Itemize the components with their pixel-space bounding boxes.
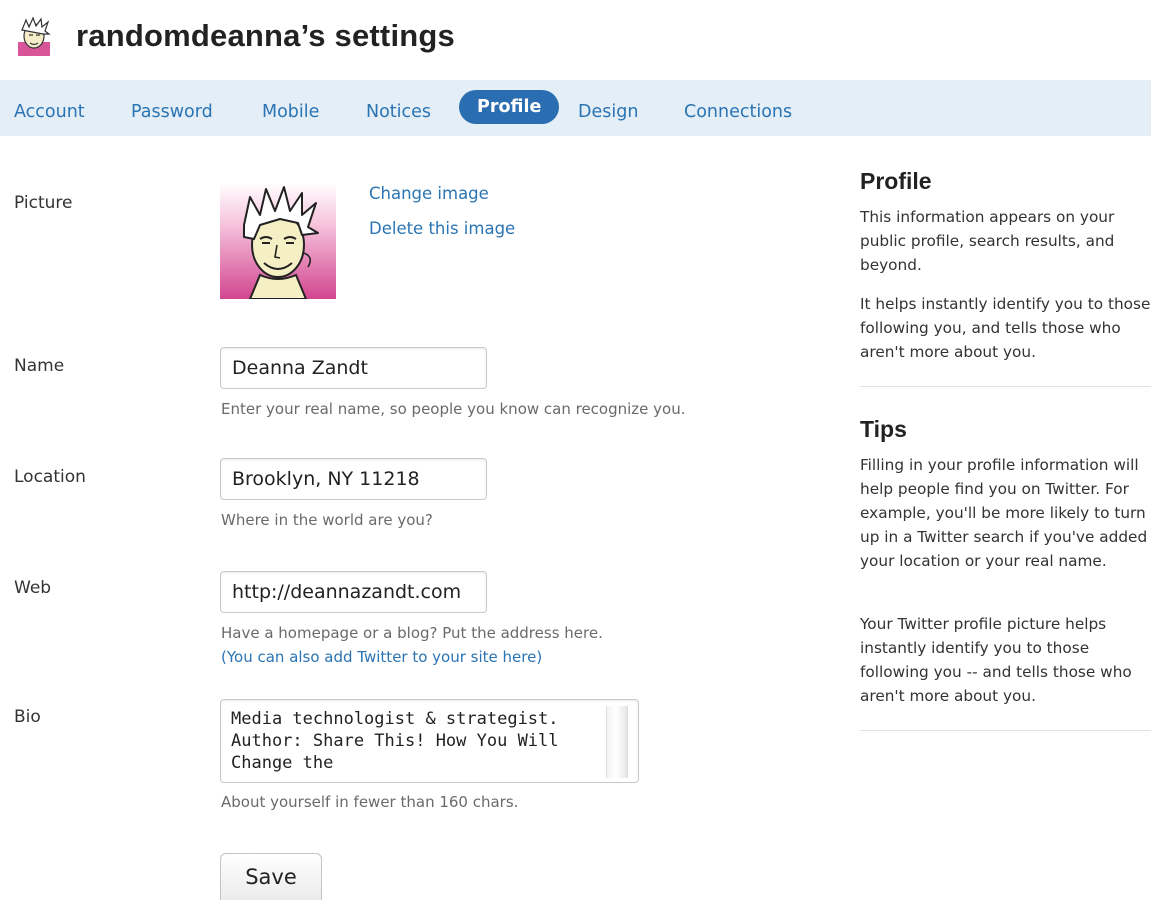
save-button[interactable]: Save <box>220 853 322 900</box>
bio-text: Media technologist & strategist. Author:… <box>231 709 569 773</box>
sidebar-divider-2 <box>860 730 1151 731</box>
sidebar-tips-text-1: Filling in your profile information will… <box>860 456 1148 570</box>
location-help-text: Where in the world are you? <box>221 511 433 529</box>
tab-connections[interactable]: Connections <box>684 95 792 129</box>
name-label: Name <box>14 356 65 376</box>
tab-profile[interactable]: Profile <box>459 90 560 124</box>
sidebar-profile-title: Profile <box>860 168 932 194</box>
sidebar-divider <box>860 386 1151 387</box>
bio-scrollbar[interactable] <box>606 706 628 778</box>
sidebar-tips-text-2: Your Twitter profile picture helps insta… <box>860 615 1132 705</box>
picture-label: Picture <box>14 193 73 213</box>
sidebar-tips-title: Tips <box>860 416 907 442</box>
bio-help-text: About yourself in fewer than 160 chars. <box>221 793 519 811</box>
name-help-text: Enter your real name, so people you know… <box>221 400 686 418</box>
sidebar-profile-text-2: It helps instantly identify you to those… <box>860 295 1151 361</box>
web-input[interactable] <box>220 571 487 613</box>
page-title: randomdeanna’s settings <box>76 18 455 53</box>
location-input[interactable] <box>220 458 487 500</box>
tab-password[interactable]: Password <box>131 95 213 129</box>
sidebar-profile-text-1: This information appears on your public … <box>860 208 1115 274</box>
web-label: Web <box>14 578 52 598</box>
user-avatar-icon <box>14 16 54 56</box>
delete-image-link[interactable]: Delete this image <box>369 219 515 238</box>
tab-design[interactable]: Design <box>578 95 638 129</box>
location-label: Location <box>14 467 86 487</box>
name-input[interactable] <box>220 347 487 389</box>
page-header: randomdeanna’s settings <box>14 12 455 60</box>
bio-textarea[interactable]: Media technologist & strategist. Author:… <box>220 699 639 783</box>
profile-picture <box>220 183 336 299</box>
change-image-link[interactable]: Change image <box>369 184 489 203</box>
tab-mobile[interactable]: Mobile <box>262 95 319 129</box>
tab-notices[interactable]: Notices <box>366 95 431 129</box>
bio-label: Bio <box>14 707 41 727</box>
settings-tab-bar: Account Password Mobile Notices Profile … <box>0 80 1151 136</box>
tab-account[interactable]: Account <box>14 95 85 129</box>
add-twitter-to-site-link[interactable]: (You can also add Twitter to your site h… <box>221 648 542 666</box>
web-help-text: Have a homepage or a blog? Put the addre… <box>221 624 603 642</box>
